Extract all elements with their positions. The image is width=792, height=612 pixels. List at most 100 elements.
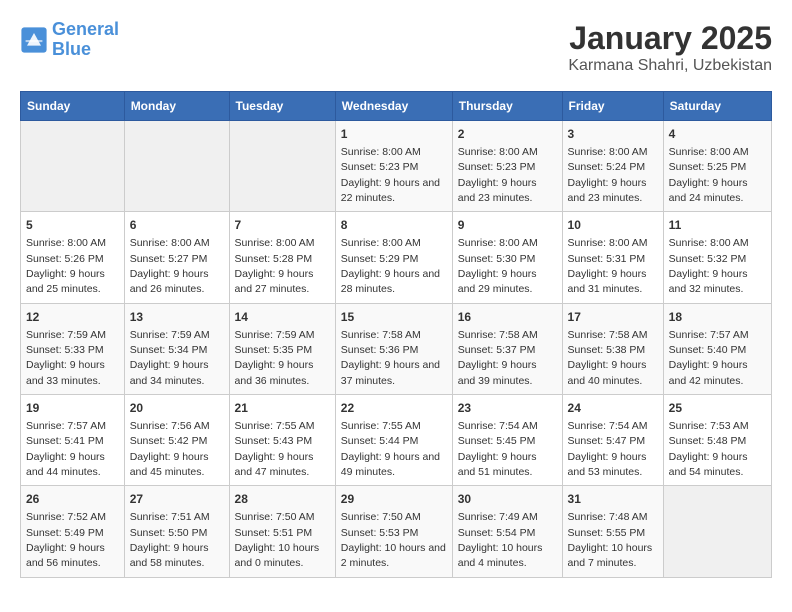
column-header-sunday: Sunday	[21, 92, 125, 121]
day-info: Sunrise: 8:00 AMSunset: 5:31 PMDaylight:…	[568, 237, 648, 295]
day-number: 26	[26, 491, 119, 508]
day-cell: 20Sunrise: 7:56 AMSunset: 5:42 PMDayligh…	[124, 395, 229, 486]
day-cell: 10Sunrise: 8:00 AMSunset: 5:31 PMDayligh…	[562, 212, 663, 303]
page-subtitle: Karmana Shahri, Uzbekistan	[568, 57, 772, 75]
day-info: Sunrise: 7:59 AMSunset: 5:33 PMDaylight:…	[26, 329, 106, 387]
day-number: 9	[458, 217, 557, 234]
calendar-body: 1 Sunrise: 8:00 AMSunset: 5:23 PMDaylight…	[21, 121, 772, 578]
day-number: 1	[341, 126, 447, 143]
day-number: 12	[26, 309, 119, 326]
day-info: Sunrise: 8:00 AMSunset: 5:26 PMDaylight:…	[26, 237, 106, 295]
day-cell: 18Sunrise: 7:57 AMSunset: 5:40 PMDayligh…	[663, 303, 771, 394]
day-number: 4	[669, 126, 766, 143]
day-cell: 3 Sunrise: 8:00 AMSunset: 5:24 PMDaylight…	[562, 121, 663, 212]
day-cell: 5 Sunrise: 8:00 AMSunset: 5:26 PMDaylight…	[21, 212, 125, 303]
day-number: 27	[130, 491, 224, 508]
page-header: General Blue January 2025 Karmana Shahri…	[20, 20, 772, 75]
day-info: Sunrise: 8:00 AMSunset: 5:23 PMDaylight:…	[458, 146, 538, 204]
day-number: 15	[341, 309, 447, 326]
day-cell: 28Sunrise: 7:50 AMSunset: 5:51 PMDayligh…	[229, 486, 335, 577]
logo-text: General Blue	[52, 20, 119, 60]
day-cell: 24 Sunrise: 7:54 AMSunset: 5:47 PMDayligh…	[562, 395, 663, 486]
day-cell: 6 Sunrise: 8:00 AMSunset: 5:27 PMDaylight…	[124, 212, 229, 303]
day-cell: 17 Sunrise: 7:58 AMSunset: 5:38 PMDayligh…	[562, 303, 663, 394]
column-header-wednesday: Wednesday	[335, 92, 452, 121]
logo-icon	[20, 26, 48, 54]
week-row-3: 12 Sunrise: 7:59 AMSunset: 5:33 PMDayligh…	[21, 303, 772, 394]
day-cell: 22 Sunrise: 7:55 AMSunset: 5:44 PMDayligh…	[335, 395, 452, 486]
day-info: Sunrise: 7:56 AMSunset: 5:42 PMDaylight:…	[130, 420, 210, 478]
day-cell: 2Sunrise: 8:00 AMSunset: 5:23 PMDaylight…	[452, 121, 562, 212]
day-cell: 23 Sunrise: 7:54 AMSunset: 5:45 PMDayligh…	[452, 395, 562, 486]
day-info: Sunrise: 8:00 AMSunset: 5:25 PMDaylight:…	[669, 146, 749, 204]
day-info: Sunrise: 8:00 AMSunset: 5:30 PMDaylight:…	[458, 237, 538, 295]
week-row-4: 19Sunrise: 7:57 AMSunset: 5:41 PMDayligh…	[21, 395, 772, 486]
day-number: 29	[341, 491, 447, 508]
day-info: Sunrise: 7:57 AMSunset: 5:40 PMDaylight:…	[669, 329, 749, 387]
day-cell: 15Sunrise: 7:58 AMSunset: 5:36 PMDayligh…	[335, 303, 452, 394]
day-cell: 25 Sunrise: 7:53 AMSunset: 5:48 PMDayligh…	[663, 395, 771, 486]
week-row-5: 26 Sunrise: 7:52 AMSunset: 5:49 PMDayligh…	[21, 486, 772, 577]
day-number: 7	[235, 217, 330, 234]
day-cell: 7Sunrise: 8:00 AMSunset: 5:28 PMDaylight…	[229, 212, 335, 303]
day-number: 25	[669, 400, 766, 417]
logo: General Blue	[20, 20, 119, 60]
day-cell: 26 Sunrise: 7:52 AMSunset: 5:49 PMDayligh…	[21, 486, 125, 577]
day-number: 13	[130, 309, 224, 326]
day-cell	[229, 121, 335, 212]
day-number: 23	[458, 400, 557, 417]
day-cell	[124, 121, 229, 212]
day-cell: 12 Sunrise: 7:59 AMSunset: 5:33 PMDayligh…	[21, 303, 125, 394]
day-info: Sunrise: 7:55 AMSunset: 5:43 PMDaylight:…	[235, 420, 315, 478]
day-info: Sunrise: 7:55 AMSunset: 5:44 PMDaylight:…	[341, 420, 440, 478]
column-header-thursday: Thursday	[452, 92, 562, 121]
day-number: 16	[458, 309, 557, 326]
title-block: January 2025 Karmana Shahri, Uzbekistan	[568, 20, 772, 75]
day-info: Sunrise: 7:59 AMSunset: 5:34 PMDaylight:…	[130, 329, 210, 387]
day-info: Sunrise: 7:54 AMSunset: 5:45 PMDaylight:…	[458, 420, 538, 478]
day-number: 24	[568, 400, 658, 417]
day-number: 6	[130, 217, 224, 234]
day-info: Sunrise: 7:49 AMSunset: 5:54 PMDaylight:…	[458, 511, 543, 569]
day-cell: 30 Sunrise: 7:49 AMSunset: 5:54 PMDayligh…	[452, 486, 562, 577]
day-info: Sunrise: 8:00 AMSunset: 5:27 PMDaylight:…	[130, 237, 210, 295]
day-info: Sunrise: 7:57 AMSunset: 5:41 PMDaylight:…	[26, 420, 106, 478]
day-info: Sunrise: 7:59 AMSunset: 5:35 PMDaylight:…	[235, 329, 315, 387]
day-info: Sunrise: 8:00 AMSunset: 5:29 PMDaylight:…	[341, 237, 440, 295]
page-title: January 2025	[568, 20, 772, 57]
calendar-header: SundayMondayTuesdayWednesdayThursdayFrid…	[21, 92, 772, 121]
day-info: Sunrise: 7:54 AMSunset: 5:47 PMDaylight:…	[568, 420, 648, 478]
header-row: SundayMondayTuesdayWednesdayThursdayFrid…	[21, 92, 772, 121]
logo-line1: General	[52, 19, 119, 39]
day-number: 17	[568, 309, 658, 326]
day-info: Sunrise: 8:00 AMSunset: 5:24 PMDaylight:…	[568, 146, 648, 204]
day-number: 14	[235, 309, 330, 326]
logo-line2: Blue	[52, 39, 91, 59]
day-cell: 29Sunrise: 7:50 AMSunset: 5:53 PMDayligh…	[335, 486, 452, 577]
day-number: 11	[669, 217, 766, 234]
day-cell: 27Sunrise: 7:51 AMSunset: 5:50 PMDayligh…	[124, 486, 229, 577]
column-header-monday: Monday	[124, 92, 229, 121]
day-info: Sunrise: 7:48 AMSunset: 5:55 PMDaylight:…	[568, 511, 653, 569]
day-info: Sunrise: 7:58 AMSunset: 5:38 PMDaylight:…	[568, 329, 648, 387]
calendar-table: SundayMondayTuesdayWednesdayThursdayFrid…	[20, 91, 772, 578]
day-number: 5	[26, 217, 119, 234]
day-number: 22	[341, 400, 447, 417]
day-info: Sunrise: 8:00 AMSunset: 5:32 PMDaylight:…	[669, 237, 749, 295]
day-cell: 9 Sunrise: 8:00 AMSunset: 5:30 PMDaylight…	[452, 212, 562, 303]
day-cell: 14 Sunrise: 7:59 AMSunset: 5:35 PMDayligh…	[229, 303, 335, 394]
day-number: 8	[341, 217, 447, 234]
day-info: Sunrise: 7:50 AMSunset: 5:51 PMDaylight:…	[235, 511, 320, 569]
week-row-2: 5 Sunrise: 8:00 AMSunset: 5:26 PMDaylight…	[21, 212, 772, 303]
day-cell: 1Sunrise: 8:00 AMSunset: 5:23 PMDaylight…	[335, 121, 452, 212]
day-cell	[663, 486, 771, 577]
day-info: Sunrise: 7:58 AMSunset: 5:37 PMDaylight:…	[458, 329, 538, 387]
week-row-1: 1 Sunrise: 8:00 AMSunset: 5:23 PMDaylight…	[21, 121, 772, 212]
column-header-friday: Friday	[562, 92, 663, 121]
day-cell	[21, 121, 125, 212]
day-number: 30	[458, 491, 557, 508]
day-info: Sunrise: 7:52 AMSunset: 5:49 PMDaylight:…	[26, 511, 106, 569]
day-info: Sunrise: 7:53 AMSunset: 5:48 PMDaylight:…	[669, 420, 749, 478]
day-number: 3	[568, 126, 658, 143]
day-cell: 13 Sunrise: 7:59 AMSunset: 5:34 PMDayligh…	[124, 303, 229, 394]
